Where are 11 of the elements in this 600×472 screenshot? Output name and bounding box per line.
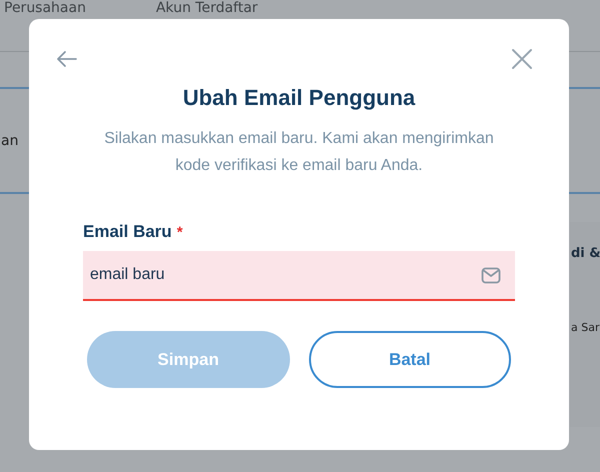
cancel-button[interactable]: Batal bbox=[308, 331, 511, 388]
row-text: an bbox=[1, 132, 18, 148]
dialog-description: Silakan masukkan email baru. Kami akan mengirimkan kode verifikasi ke email baru Anda. bbox=[103, 129, 495, 176]
required-mark: * bbox=[176, 224, 183, 241]
close-icon[interactable] bbox=[511, 48, 533, 70]
email-field[interactable]: email baru bbox=[83, 251, 515, 301]
card-title: di & bbox=[571, 246, 600, 261]
card-text: a Sar bbox=[571, 321, 600, 334]
dialog-title: Ubah Email Pengguna bbox=[182, 85, 416, 111]
field-label: Email Baru bbox=[83, 222, 172, 242]
envelope-icon bbox=[481, 267, 501, 285]
